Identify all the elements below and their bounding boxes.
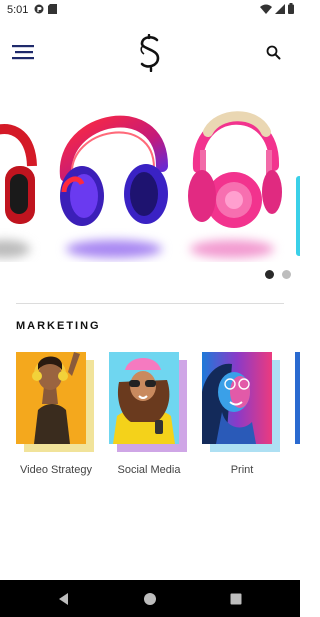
woman-with-phone-image — [109, 352, 179, 444]
section-divider — [16, 303, 284, 304]
carousel-item-next-peek[interactable] — [296, 176, 300, 256]
system-navigation-bar — [0, 580, 300, 617]
sd-card-icon — [48, 4, 57, 14]
app-bar — [0, 28, 300, 76]
headphones-carousel[interactable] — [0, 96, 300, 262]
card-image — [295, 352, 300, 444]
carousel-item-purple-headphones[interactable] — [54, 96, 172, 236]
back-triangle-icon — [59, 593, 68, 605]
card-label: Social Media — [117, 464, 181, 476]
woman-neon-light-image — [202, 352, 272, 444]
app-logo[interactable] — [135, 33, 165, 73]
card-image — [16, 352, 86, 444]
wifi-icon — [260, 4, 272, 14]
red-headphones-icon — [0, 124, 37, 224]
search-icon — [266, 45, 281, 60]
status-time: 5:01 — [7, 4, 29, 16]
pink-headphones-shadow — [190, 240, 274, 258]
menu-button[interactable] — [12, 42, 36, 62]
carousel-item-red-headphones[interactable] — [0, 96, 40, 236]
purple-headphones-icon — [59, 115, 168, 226]
recents-button[interactable] — [227, 590, 245, 608]
section-title: MARKETING — [16, 320, 101, 332]
battery-icon — [288, 3, 294, 14]
marketing-cards-list[interactable]: Video Strategy Social Media Print — [0, 352, 300, 482]
s-logo-icon — [140, 33, 160, 73]
carousel-dot-1[interactable] — [265, 270, 274, 279]
back-button[interactable] — [55, 590, 73, 608]
status-icons-left — [34, 4, 57, 14]
home-button[interactable] — [141, 590, 159, 608]
card-label: Video Strategy — [20, 464, 92, 476]
p-app-icon — [34, 4, 44, 14]
red-headphones-shadow — [0, 240, 30, 258]
woman-with-headphones-image — [16, 352, 86, 444]
hamburger-menu-icon — [12, 45, 34, 60]
carousel-pagination — [265, 270, 291, 279]
carousel-item-pink-headphones[interactable] — [184, 96, 286, 236]
signal-icon — [275, 3, 285, 14]
carousel-dot-2[interactable] — [282, 270, 291, 279]
status-bar: 5:01 — [0, 0, 300, 20]
status-icons-right — [260, 3, 294, 14]
recents-square-icon — [230, 593, 242, 605]
pink-headphones-icon — [188, 111, 282, 228]
card-image — [109, 352, 179, 444]
home-circle-icon — [144, 593, 156, 605]
card-image — [202, 352, 272, 444]
search-button[interactable] — [265, 44, 283, 62]
purple-headphones-shadow — [66, 240, 162, 258]
card-label: Print — [230, 464, 254, 476]
